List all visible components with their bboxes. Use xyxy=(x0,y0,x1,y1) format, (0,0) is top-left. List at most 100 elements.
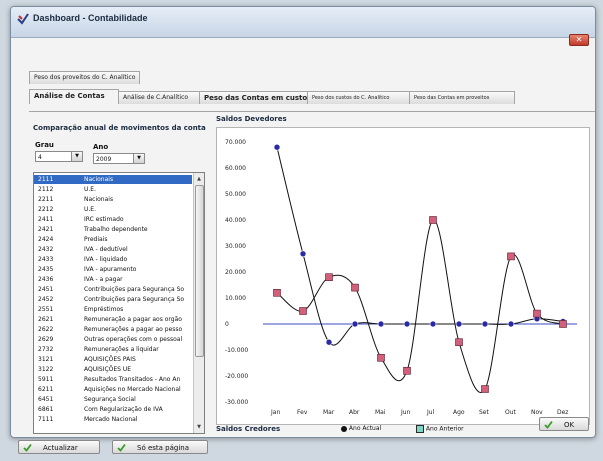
list-item[interactable]: 6211 Aquisições no Mercado Nacional xyxy=(34,385,192,394)
x-tick-label: Jan xyxy=(270,409,280,416)
data-point-actual xyxy=(455,320,463,328)
scroll-up-icon[interactable]: ▲ xyxy=(195,175,203,183)
account-name: Nacionais xyxy=(84,176,114,183)
account-name: IRC estimado xyxy=(84,216,124,223)
list-item[interactable]: 2451 Contribuições para Segurança So xyxy=(34,285,192,294)
x-tick-label: Set xyxy=(479,409,490,416)
accounts-list[interactable]: 2111 Nacionais 2112 U.E. 2211 Nacionais 2212 U.… xyxy=(33,172,205,434)
account-code: 3122 xyxy=(38,366,54,373)
account-name: IVA - liquidado xyxy=(84,256,128,263)
y-tick-label: 60.000 xyxy=(225,165,246,172)
legend-actual-label: Ano Actual xyxy=(348,425,382,432)
list-item[interactable]: 6861 Com Regularização de IVA xyxy=(34,405,192,414)
this-page-button[interactable]: Só esta página xyxy=(112,440,208,454)
account-code: 2436 xyxy=(38,276,54,283)
scroll-down-icon[interactable]: ▼ xyxy=(195,423,203,431)
tab-peso-contas-proveitos[interactable]: Peso das Contas em proveitos xyxy=(409,91,515,104)
data-point-previous xyxy=(403,367,411,375)
list-item[interactable]: 3122 AQUISIÇÕES UE xyxy=(34,365,192,374)
list-item[interactable]: 2432 IVA - dedutível xyxy=(34,245,192,254)
chart-area: 70.000 60.000 50.000 40.000 30.000 20.000 10.0… xyxy=(216,127,590,425)
list-item[interactable]: 2551 Empréstimos xyxy=(34,305,192,314)
account-code: 2112 xyxy=(38,186,54,193)
x-tick-label: Dez xyxy=(557,409,568,416)
grau-label: Grau xyxy=(35,141,54,149)
close-icon: ✕ xyxy=(575,35,583,44)
list-item[interactable]: 2622 Remunerações a pagar ao pesso xyxy=(34,325,192,334)
account-code: 7111 xyxy=(38,416,54,423)
account-name: Remunerações a pagar ao pesso xyxy=(84,326,183,333)
y-tick-label: 10.000 xyxy=(225,295,246,302)
data-point-previous xyxy=(351,283,359,292)
data-point-previous xyxy=(533,309,541,318)
window-title: Dashboard - Contabilidade xyxy=(33,13,148,23)
chevron-down-icon[interactable]: ▼ xyxy=(71,152,82,161)
account-code: 6211 xyxy=(38,386,54,393)
list-item[interactable]: 2436 IVA - a pagar xyxy=(34,275,192,284)
ok-button[interactable]: OK xyxy=(539,417,589,431)
close-button[interactable]: ✕ xyxy=(569,34,589,46)
account-name: Empréstimos xyxy=(84,306,124,313)
data-point-actual xyxy=(507,320,515,328)
account-code: 2621 xyxy=(38,316,54,323)
account-name: U.E. xyxy=(84,206,96,213)
account-name: IVA - dedutível xyxy=(84,246,128,253)
data-point-previous xyxy=(507,252,515,261)
data-point-previous xyxy=(429,216,437,224)
list-item[interactable]: 7111 Mercado Nacional xyxy=(34,415,192,424)
y-tick-label: 70.000 xyxy=(225,139,246,146)
title-bar: Dashboard - Contabilidade xyxy=(11,7,595,38)
scroll-thumb[interactable] xyxy=(195,185,204,357)
list-item[interactable]: 2424 Prediais xyxy=(34,235,192,244)
chevron-down-icon[interactable]: ▼ xyxy=(133,154,144,163)
list-item[interactable]: 2621 Remuneração a pagar aos orgão xyxy=(34,315,192,324)
y-tick-label: 0 xyxy=(225,321,229,328)
list-item[interactable]: 2629 Outras operações com o pessoal xyxy=(34,335,192,344)
x-tick-label: Abr xyxy=(349,409,360,416)
x-tick-label: Jun xyxy=(400,409,411,416)
x-tick-label: Mar xyxy=(323,409,335,416)
ano-select[interactable]: 2009 ▼ xyxy=(93,153,145,164)
list-item[interactable]: 2421 Trabalho dependente xyxy=(34,225,192,234)
list-item[interactable]: 2732 Remunerações a liquidar xyxy=(34,345,192,354)
account-code: 2551 xyxy=(38,306,54,313)
data-point-previous xyxy=(325,273,333,281)
list-item[interactable]: 6451 Segurança Social xyxy=(34,395,192,404)
tab-analise-c-analitico[interactable]: Análise de C.Analítico xyxy=(118,91,200,104)
data-point-previous xyxy=(299,307,307,315)
list-item[interactable]: 2452 Contribuições para Segurança So xyxy=(34,295,192,304)
data-point-actual xyxy=(403,320,411,328)
tab-peso-custos-analitico[interactable]: Peso dos custos do C. Analítico xyxy=(307,91,411,104)
account-code: 3121 xyxy=(38,356,54,363)
account-name: AQUISIÇÕES UE xyxy=(84,366,132,373)
list-item[interactable]: 2212 U.E. xyxy=(34,205,192,214)
list-item[interactable]: 2211 Nacionais xyxy=(34,195,192,204)
y-tick-label: -20.000 xyxy=(225,373,248,380)
data-point-actual xyxy=(325,338,333,346)
account-code: 2732 xyxy=(38,346,54,353)
account-name: Contribuições para Segurança So xyxy=(84,286,185,293)
tab-analise-contas[interactable]: Análise de Contas xyxy=(29,89,119,104)
list-item[interactable]: 2111 Nacionais xyxy=(34,175,192,184)
account-name: Resultados Transitados - Ano An xyxy=(84,376,181,383)
tab-peso-proveitos-analitico[interactable]: Peso dos proveitos do C. Analítico xyxy=(29,71,141,84)
account-name: Aquisições no Mercado Nacional xyxy=(84,386,181,393)
tab-peso-contas-custos[interactable]: Peso das Contas em custos xyxy=(199,91,311,104)
x-tick-label: Ago xyxy=(453,409,465,416)
main-window: Dashboard - Contabilidade ✕ Peso dos pro… xyxy=(10,6,596,438)
account-name: Mercado Nacional xyxy=(84,416,138,423)
list-item[interactable]: 2411 IRC estimado xyxy=(34,215,192,224)
data-point-actual xyxy=(377,320,385,328)
list-scrollbar[interactable]: ▲ ▼ xyxy=(193,173,204,433)
list-item[interactable]: 3121 AQUISIÇÕES PAIS xyxy=(34,355,192,364)
list-item[interactable]: 2435 IVA - apuramento xyxy=(34,265,192,274)
list-item[interactable]: 5911 Resultados Transitados - Ano An xyxy=(34,375,192,384)
account-name: Prediais xyxy=(84,236,108,243)
refresh-button[interactable]: Actualizar xyxy=(18,440,100,454)
account-code: 2433 xyxy=(38,256,54,263)
list-item[interactable]: 2112 U.E. xyxy=(34,185,192,194)
list-item[interactable]: 2433 IVA - liquidado xyxy=(34,255,192,264)
data-point-previous xyxy=(273,289,281,297)
grau-select[interactable]: 4 ▼ xyxy=(35,151,83,162)
y-tick-label: -10.000 xyxy=(225,347,248,354)
